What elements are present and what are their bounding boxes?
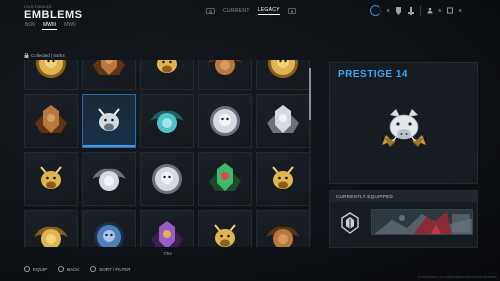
emblem-tile[interactable] [24,60,78,90]
party-icon[interactable] [447,7,454,15]
emblem-grid [24,60,310,247]
emblem-medallion-icon [208,60,242,75]
emblem-medallion-icon [35,105,67,133]
back-button[interactable]: BACK [58,266,79,272]
emblem-medallion-icon [272,166,294,189]
collection-count: Collected | 54/54 [31,53,65,58]
emblem-tile[interactable] [82,210,136,247]
player-level: 5 [387,8,390,13]
emblem-medallion-icon [157,60,177,73]
emblem-tile[interactable] [198,210,252,247]
a-button-icon [24,266,30,272]
emblem-tile[interactable] [82,94,136,148]
emblem-medallion-icon [40,166,62,189]
emblem-medallion-icon [266,226,300,247]
emblem-tile[interactable] [140,94,194,148]
calling-card-art-icon [372,210,472,234]
sort-filter-label: SORT / FILTER [99,266,131,272]
selected-emblem-preview [380,107,428,156]
emblem-tile[interactable] [256,152,310,206]
equipped-calling-card[interactable] [371,209,473,235]
emblem-tile[interactable] [198,94,252,148]
category-tabs: Q CURRENT LEGACY E [206,7,297,15]
b-button-icon [58,266,65,272]
lock-icon [24,53,29,58]
grid-scroll-thumb[interactable] [309,68,311,120]
emblem-grid-viewport [24,60,310,247]
tab-bo6[interactable]: BO6 [24,22,36,30]
equip-label: EQUIP [33,266,48,272]
prev-tab-key-hint[interactable]: Q [206,8,216,14]
equipped-emblem[interactable] [338,211,362,240]
prestige-icon[interactable] [407,6,414,15]
emblem-medallion-icon [268,60,298,78]
emblem-medallion-icon [209,163,241,191]
party-count: 5 [459,8,462,13]
back-label: BACK [67,266,80,272]
emblem-medallion-icon [151,221,183,247]
rank-icon[interactable] [396,6,402,15]
emblem-tile[interactable] [140,152,194,206]
emblem-tile[interactable] [256,210,310,247]
emblem-medallion-icon [150,110,184,133]
y-button-icon [90,266,97,272]
emblem-tile[interactable] [24,94,78,148]
emblem-name: PRESTIGE 14 [338,69,408,80]
sort-filter-button[interactable]: SORT / FILTER [90,266,131,272]
silver-boar-emblem-large-icon [382,109,426,147]
emblem-tile[interactable] [82,60,136,90]
emblem-medallion-icon [94,222,124,247]
grid-page-indicator: 7/54 [163,251,172,256]
game-tabs: BO6 MWIII MWII [24,22,77,30]
emblem-medallion-icon [36,60,66,78]
footer-controls: EQUIP BACK SORT / FILTER [24,266,131,272]
equipped-emblem-icon [341,212,359,234]
friends-icon[interactable] [426,7,433,15]
currently-equipped-label: CURRENTLY EQUIPPED [330,191,477,202]
header: CUSTOMIZE EMBLEMS BO6 MWIII MWII Q CURRE… [0,0,500,34]
emblem-medallion-icon [214,224,236,247]
emblem-medallion-icon [210,106,240,136]
emblem-tile[interactable] [82,152,136,206]
emblem-tile[interactable] [24,210,78,247]
emblem-detail-panel: PRESTIGE 14 [329,62,478,184]
tab-mwii[interactable]: MWII [63,22,77,30]
status-divider [419,5,421,16]
emblem-medallion-icon [267,105,299,133]
currently-equipped-panel: CURRENTLY EQUIPPED [329,190,478,248]
emblem-tile[interactable] [198,152,252,206]
friends-count: 5 [438,8,442,13]
tab-mwiii[interactable]: MWIII [42,22,58,30]
tab-current[interactable]: CURRENT [223,8,250,14]
build-version: 9.1.11970931.2.1.1.1234567890123456789 [… [417,275,497,279]
emblem-tile[interactable] [140,60,194,90]
equip-button[interactable]: EQUIP [24,266,47,272]
page-title: EMBLEMS [24,9,83,21]
player-status-bar: 5 5 5 [370,5,462,16]
emblem-medallion-icon [98,108,120,131]
emblem-tile[interactable] [198,60,252,90]
tab-legacy[interactable]: LEGACY [257,7,280,15]
grid-scrollbar[interactable] [309,68,311,238]
emblem-tile[interactable] [256,60,310,90]
emblem-medallion-icon [152,164,182,194]
emblem-medallion-icon [34,226,68,247]
level-progress-ring [370,5,381,16]
emblem-tile[interactable] [256,94,310,148]
collection-counter: Collected | 54/54 [24,53,65,58]
emblem-tile[interactable] [24,152,78,206]
emblem-medallion-icon [93,60,125,75]
next-tab-key-hint[interactable]: E [287,8,297,14]
emblem-tile[interactable] [140,210,194,247]
emblem-medallion-icon [92,168,126,191]
